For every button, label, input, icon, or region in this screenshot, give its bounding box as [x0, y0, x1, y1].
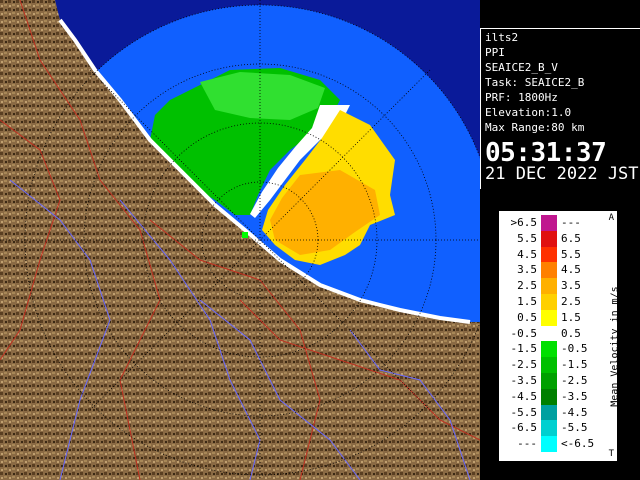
legend-low-value: 3.5 — [517, 263, 537, 277]
legend-color-swatch — [541, 357, 557, 373]
product-name: SEAICE2_B_V — [485, 61, 558, 74]
legend-low-value: 2.5 — [517, 279, 537, 293]
radar-display: ilts2 PPI SEAICE2_B_V Task: SEAICE2_B PR… — [0, 0, 640, 480]
legend-low-value: --- — [517, 437, 537, 451]
legend-color-swatch — [541, 262, 557, 279]
legend-color-swatch — [541, 230, 557, 247]
legend-color-swatch — [541, 404, 557, 421]
scan-info-panel: ilts2 PPI SEAICE2_B_V Task: SEAICE2_B PR… — [480, 28, 640, 189]
max-range-value: Max Range:80 km — [485, 121, 585, 134]
elevation-value: Elevation:1.0 — [485, 106, 572, 119]
legend-high-value: --- — [561, 216, 581, 229]
legend-color-swatch — [541, 309, 557, 326]
legend-corner-bottom: T — [608, 449, 614, 459]
legend-color-swatch — [541, 215, 557, 231]
legend-title-container: Mean Velocity in m/s — [595, 231, 621, 431]
scan-type: PPI — [485, 46, 505, 59]
legend-low-value: 4.5 — [517, 247, 537, 261]
legend-low-value: -6.5 — [510, 421, 538, 435]
legend-low-value: 0.5 — [517, 310, 537, 324]
legend-low-value: -2.5 — [510, 358, 538, 372]
prf-value: PRF: 1800Hz — [485, 91, 558, 104]
legend-low-value: 1.5 — [517, 295, 537, 308]
legend-low-value: -3.5 — [510, 374, 538, 387]
legend-row: >6.5 --- — [499, 215, 617, 231]
legend-color-swatch — [541, 325, 557, 342]
legend-high-value: <-6.5 — [561, 437, 595, 451]
legend-color-swatch — [541, 278, 557, 294]
legend-color-swatch — [541, 436, 557, 452]
legend-title: Mean Velocity in m/s — [609, 286, 621, 407]
legend-color-swatch — [541, 341, 557, 358]
legend-low-value: >6.5 — [510, 216, 538, 229]
legend-color-swatch — [541, 246, 557, 263]
task-name: Task: SEAICE2_B — [485, 76, 585, 89]
legend-low-value: -4.5 — [510, 389, 538, 403]
ppi-radar-map — [0, 0, 480, 480]
legend-low-value: -0.5 — [510, 326, 538, 340]
legend-row: --- <-6.5 — [499, 436, 617, 452]
velocity-legend: A >6.5 --- 5.5 6.5 4.5 5.5 3.5 4.5 2.5 3.5 1.5 2.5 0… — [498, 210, 621, 462]
legend-color-swatch — [541, 388, 557, 405]
radar-site-marker — [242, 232, 248, 238]
legend-color-swatch — [541, 294, 557, 310]
site-name: ilts2 — [485, 31, 519, 44]
legend-low-value: -1.5 — [510, 342, 538, 356]
legend-low-value: -5.5 — [510, 405, 538, 419]
scan-time: 05:31:37 — [485, 138, 607, 168]
legend-color-swatch — [541, 373, 557, 389]
scan-date: 21 DEC 2022 JST — [485, 164, 639, 184]
legend-low-value: 5.5 — [517, 231, 537, 245]
legend-color-swatch — [541, 420, 557, 437]
